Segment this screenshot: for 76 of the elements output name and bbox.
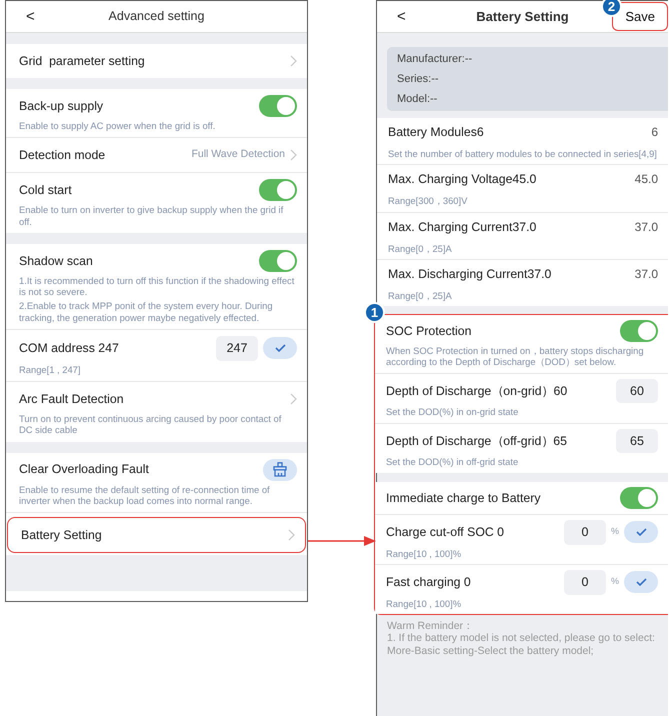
setting-label: Depth of Discharge（off-grid）65 [386,432,568,450]
setting-label: Clear Overloading Fault [19,461,150,478]
highlight-frame[interactable]: Battery Setting [7,517,306,554]
hint-text: Range[10 , 100]% [386,548,462,559]
value-field[interactable]: 60 [616,378,658,404]
hint-text: Turn on to prevent continuous arcing caused by poor contact of DC side cable [19,413,282,436]
setting-label: Battery Setting [21,526,103,544]
step-badge: 1 [364,302,385,324]
setting-label: Arc Fault Detection [19,390,125,408]
hint-text: Set the number of battery modules to be connected in series[4,9] [388,148,658,160]
chevron-icon [290,55,297,67]
hint-text: Range[0，25]A [388,242,453,254]
confirm-button[interactable] [263,337,297,360]
back-button[interactable]: < [393,9,410,24]
hint-text: Enable to supply AC power when the grid is off. [19,120,216,132]
setting-label: Max. Discharging Current37.0 [388,266,552,283]
setting-value: 6 [651,124,658,141]
chevron-icon [288,529,295,542]
setting-label: Cold start [19,182,73,200]
screen-title: Advanced setting [108,8,204,26]
hint-text: When SOC Protection in turned on，battery stops discharging according to the Depth of Discharge（DOD）set below. [386,345,645,368]
toggle-switch[interactable] [620,320,658,342]
check-icon [274,344,286,352]
setting-value: 37.0 [634,218,658,236]
hint-text: Enable to resume the default setting of re-connection time of inverter when the backup load comes into normal range. [19,484,271,506]
reminder-title: Warm Reminder： [387,620,476,632]
value-field[interactable]: 0 [564,570,606,595]
toggle-switch[interactable] [259,179,297,202]
back-button[interactable]: < [22,9,39,24]
hint-text: Range[10 , 100]% [386,598,462,609]
setting-label: Shadow scan [19,252,94,270]
hint-text: Range[1 , 247] [19,364,82,375]
toggle-switch[interactable] [259,250,297,272]
setting-label: Max. Charging Current37.0 [388,218,538,236]
hint-text: Set the DOD(%) in off-grid state [386,456,520,468]
hint-text: 1.It is recommended to turn off this function if the shadowing effect is not so severe. [19,274,296,298]
setting-label: Max. Charging Voltage45.0 [388,171,538,188]
hint-text: 2.Enable to track MPP ponit of the system every hour. During tracking, the generation power maybe negatively effected. [19,300,274,323]
setting-label: Depth of Discharge（on-grid）60 [386,382,568,400]
hint-text: Enable to turn on inverter to give backup supply when the grid if off. [19,204,284,227]
setting-label: SOC Protection [386,322,472,340]
hint-text: Range[0，25]A [388,290,453,302]
clear-button[interactable] [263,458,297,481]
value-field[interactable]: 65 [616,428,658,454]
setting-label: Grid parameter setting [19,52,146,70]
value-field[interactable]: 247 [216,336,258,361]
check-icon [636,528,646,536]
chevron-icon [290,149,297,162]
info-text: Model:-- [397,92,438,106]
toggle-switch[interactable] [259,95,297,117]
setting-value: 45.0 [634,171,658,188]
setting-label: Detection mode [19,147,106,164]
setting-value: Full Wave Detection [191,147,285,162]
chevron-icon [290,393,297,405]
unit-label: % [610,575,619,588]
toggle-switch[interactable] [620,486,658,509]
setting-label: Immediate charge to Battery [386,490,542,507]
setting-value: 37.0 [634,266,658,283]
step-badge: 2 [601,0,622,17]
hint-text: Set the DOD(%) in on-grid state [386,406,520,418]
check-icon [636,578,646,586]
setting-label: Battery Modules6 [388,124,485,141]
info-text: Manufacturer:-- [397,52,474,66]
brush-icon [273,462,287,478]
info-text: Series:-- [397,72,440,86]
unit-label: % [610,525,619,538]
confirm-button[interactable] [624,571,658,594]
setting-label: Back-up supply [19,98,104,115]
value-field[interactable]: 0 [564,520,606,544]
reminder-text: 1. If the battery model is not selected, please go to select: More-Basic setting-Select the battery model; [387,632,656,658]
screen-title: Battery Setting [476,8,569,26]
hint-text: Range[300，360]V [388,195,468,207]
setting-label: Charge cut-off SOC 0 [386,524,506,541]
setting-label: Fast charging 0 [386,574,472,591]
confirm-button[interactable] [624,521,658,544]
setting-label: COM address 247 [19,340,120,358]
